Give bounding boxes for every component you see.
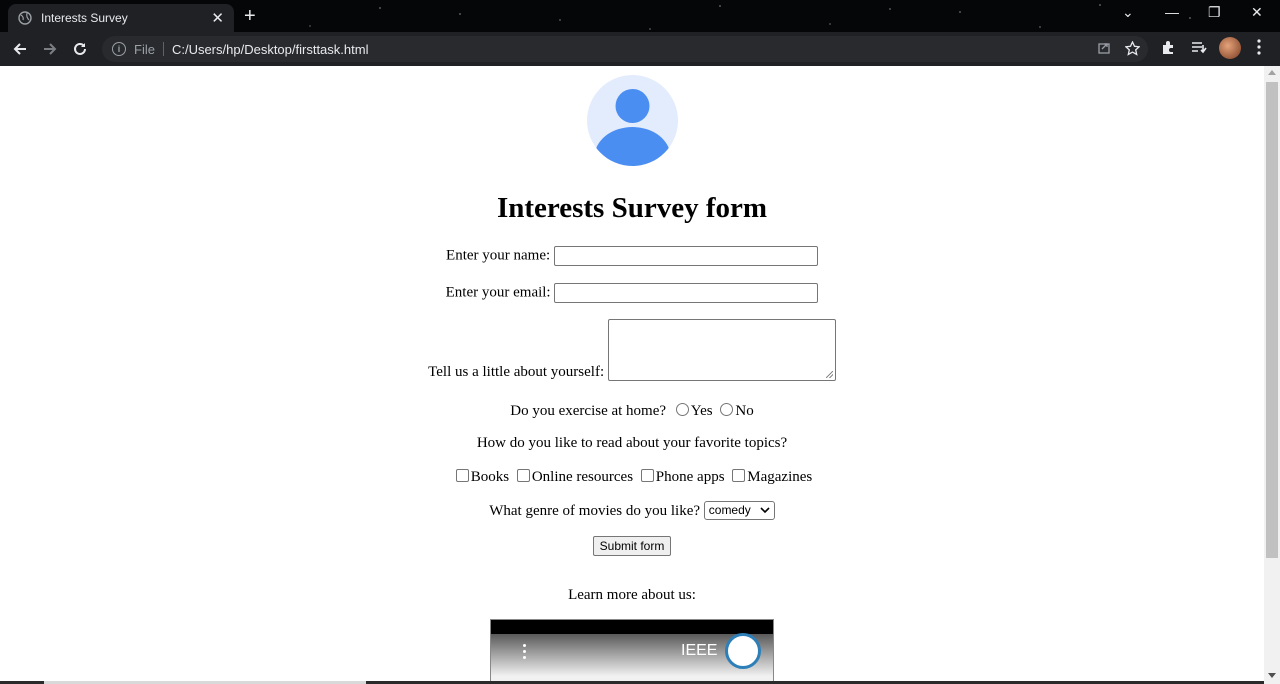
submit-button[interactable]: Submit form — [592, 536, 672, 556]
info-icon[interactable]: i — [112, 42, 126, 56]
learn-more-row: Learn more about us: — [0, 587, 1264, 604]
video-brand-text: IEEE — [681, 642, 718, 659]
movie-genre-select[interactable]: comedy — [703, 501, 775, 521]
email-input[interactable] — [554, 283, 819, 303]
learn-more-text: Learn more about us: — [568, 587, 696, 603]
about-label: Tell us a little about yourself: — [428, 364, 605, 380]
exercise-yes-label: Yes — [690, 403, 713, 419]
page-title: Interests Survey form — [496, 192, 768, 224]
reading-list-icon[interactable] — [1190, 38, 1208, 56]
share-icon[interactable] — [1097, 41, 1111, 59]
url-scheme: File — [134, 41, 155, 57]
browser-toolbar: i File C:/Users/hp/Desktop/firsttask.htm… — [0, 32, 1280, 66]
browser-tab-strip: Interests Survey ✕ + ⌄ — ❐ ✕ — [0, 0, 1280, 32]
profile-avatar-icon[interactable] — [1219, 37, 1241, 59]
movie-row: What genre of movies do you like? comedy — [0, 501, 1264, 520]
tab-close-icon[interactable]: ✕ — [211, 11, 224, 26]
embedded-video[interactable]: IEEE — [490, 619, 774, 684]
minimize-icon[interactable]: — — [1165, 4, 1179, 20]
resize-grip-icon[interactable] — [825, 371, 833, 378]
browser-tab[interactable]: Interests Survey ✕ — [8, 4, 234, 32]
video-menu-icon[interactable] — [523, 644, 527, 662]
extensions-icon[interactable] — [1160, 38, 1178, 56]
read-question: How do you like to read about your favor… — [476, 435, 788, 451]
tab-title: Interests Survey — [41, 11, 128, 25]
email-row: Enter your email: — [0, 283, 1264, 303]
read-options-row: Books Online resources Phone apps Magazi… — [0, 469, 1264, 486]
name-input[interactable] — [553, 246, 818, 266]
exercise-yes-radio[interactable] — [675, 403, 689, 416]
about-row: Tell us a little about yourself: — [0, 319, 1264, 381]
scroll-up-icon[interactable] — [1268, 70, 1276, 75]
globe-icon — [18, 11, 32, 25]
scroll-thumb[interactable] — [1266, 82, 1278, 558]
about-textarea[interactable] — [607, 319, 836, 381]
back-icon[interactable] — [5, 34, 35, 64]
phone-apps-checkbox[interactable] — [640, 469, 654, 482]
name-row: Enter your name: — [0, 246, 1264, 266]
exercise-no-label: No — [735, 403, 754, 419]
window-close-icon[interactable]: ✕ — [1251, 4, 1263, 21]
books-label: Books — [470, 469, 510, 485]
forward-icon[interactable] — [35, 34, 65, 64]
bookmark-star-icon[interactable] — [1124, 40, 1141, 59]
url-text[interactable]: C:/Users/hp/Desktop/firsttask.html — [172, 42, 369, 57]
address-bar[interactable]: i File C:/Users/hp/Desktop/firsttask.htm… — [102, 36, 1148, 62]
magazines-label: Magazines — [747, 469, 813, 485]
books-checkbox[interactable] — [455, 469, 469, 482]
exercise-row: Do you exercise at home? Yes No — [0, 403, 1264, 420]
name-label: Enter your name: — [446, 247, 551, 264]
email-label: Enter your email: — [445, 284, 551, 301]
movie-question: What genre of movies do you like? — [489, 503, 701, 519]
chevron-down-icon — [760, 504, 770, 521]
new-tab-icon[interactable]: + — [244, 6, 256, 26]
exercise-no-radio[interactable] — [720, 403, 734, 416]
omnibox-divider — [162, 42, 164, 56]
page-viewport: Interests Survey form Enter your name: E… — [0, 66, 1264, 684]
online-resources-label: Online resources — [531, 469, 634, 485]
phone-apps-label: Phone apps — [655, 469, 725, 485]
scroll-down-icon[interactable] — [1268, 673, 1276, 678]
browser-menu-icon[interactable] — [1254, 38, 1264, 56]
online-resources-checkbox[interactable] — [516, 469, 530, 482]
restore-icon[interactable]: ❐ — [1208, 4, 1221, 21]
read-question-row: How do you like to read about your favor… — [0, 435, 1264, 452]
movie-genre-value: comedy — [708, 503, 751, 517]
reload-icon[interactable] — [65, 34, 95, 64]
exercise-question: Do you exercise at home? — [510, 403, 667, 419]
magazines-checkbox[interactable] — [732, 469, 746, 482]
submit-row: Submit form — [0, 536, 1264, 556]
page-scrollbar[interactable] — [1264, 66, 1280, 684]
ieee-logo-icon — [725, 633, 761, 669]
tab-search-icon[interactable]: ⌄ — [1122, 4, 1134, 21]
avatar-icon — [587, 75, 678, 166]
